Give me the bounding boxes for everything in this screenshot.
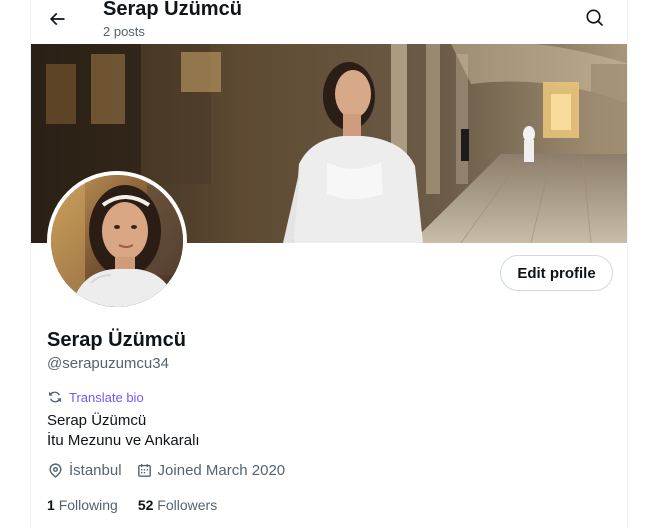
bio-line: Serap Üzümcü [47,412,147,429]
followers-count: 52 [137,497,154,513]
search-button[interactable] [579,2,611,34]
followers-label: Followers [157,497,218,513]
calendar-icon [137,464,151,477]
profile-handle: @serapuzumcu34 [47,355,169,372]
bio-line: İtu Mezunu ve Ankaralı [47,432,200,449]
profile-location: İstanbul [47,462,122,479]
header-post-count: 2 posts [103,24,145,39]
profile-display-name: Serap Üzümcü [47,329,186,351]
header-title: Serap Üzümcü [103,0,242,20]
follow-stats: 1 Following 52 Followers [47,497,217,513]
profile-joined: Joined March 2020 [136,462,286,479]
following-count: 1 [47,497,55,513]
translate-icon [49,391,61,403]
back-button[interactable] [41,3,73,35]
edit-profile-button[interactable]: Edit profile [500,255,613,291]
followers-link[interactable]: 52 Followers [138,497,217,513]
avatar-photo [51,175,183,307]
translate-bio-label: Translate bio [69,389,144,405]
location-text: İstanbul [69,462,122,479]
profile-header: Serap Üzümcü 2 posts [31,0,627,44]
joined-text: Joined March 2020 [157,462,286,479]
profile-avatar[interactable] [47,171,187,311]
arrow-left-icon [49,12,65,26]
profile-meta: İstanbul Joined March 2020 [47,462,285,479]
profile-column: Serap Üzümcü 2 posts Edit profile Serap … [30,0,628,528]
location-pin-icon [49,463,62,478]
profile-bio: Serap Üzümcü İtu Mezunu ve Ankaralı [47,411,200,451]
search-icon [586,9,604,27]
translate-bio-link[interactable]: Translate bio [47,389,144,405]
following-label: Following [58,497,118,513]
following-link[interactable]: 1 Following [47,497,118,513]
